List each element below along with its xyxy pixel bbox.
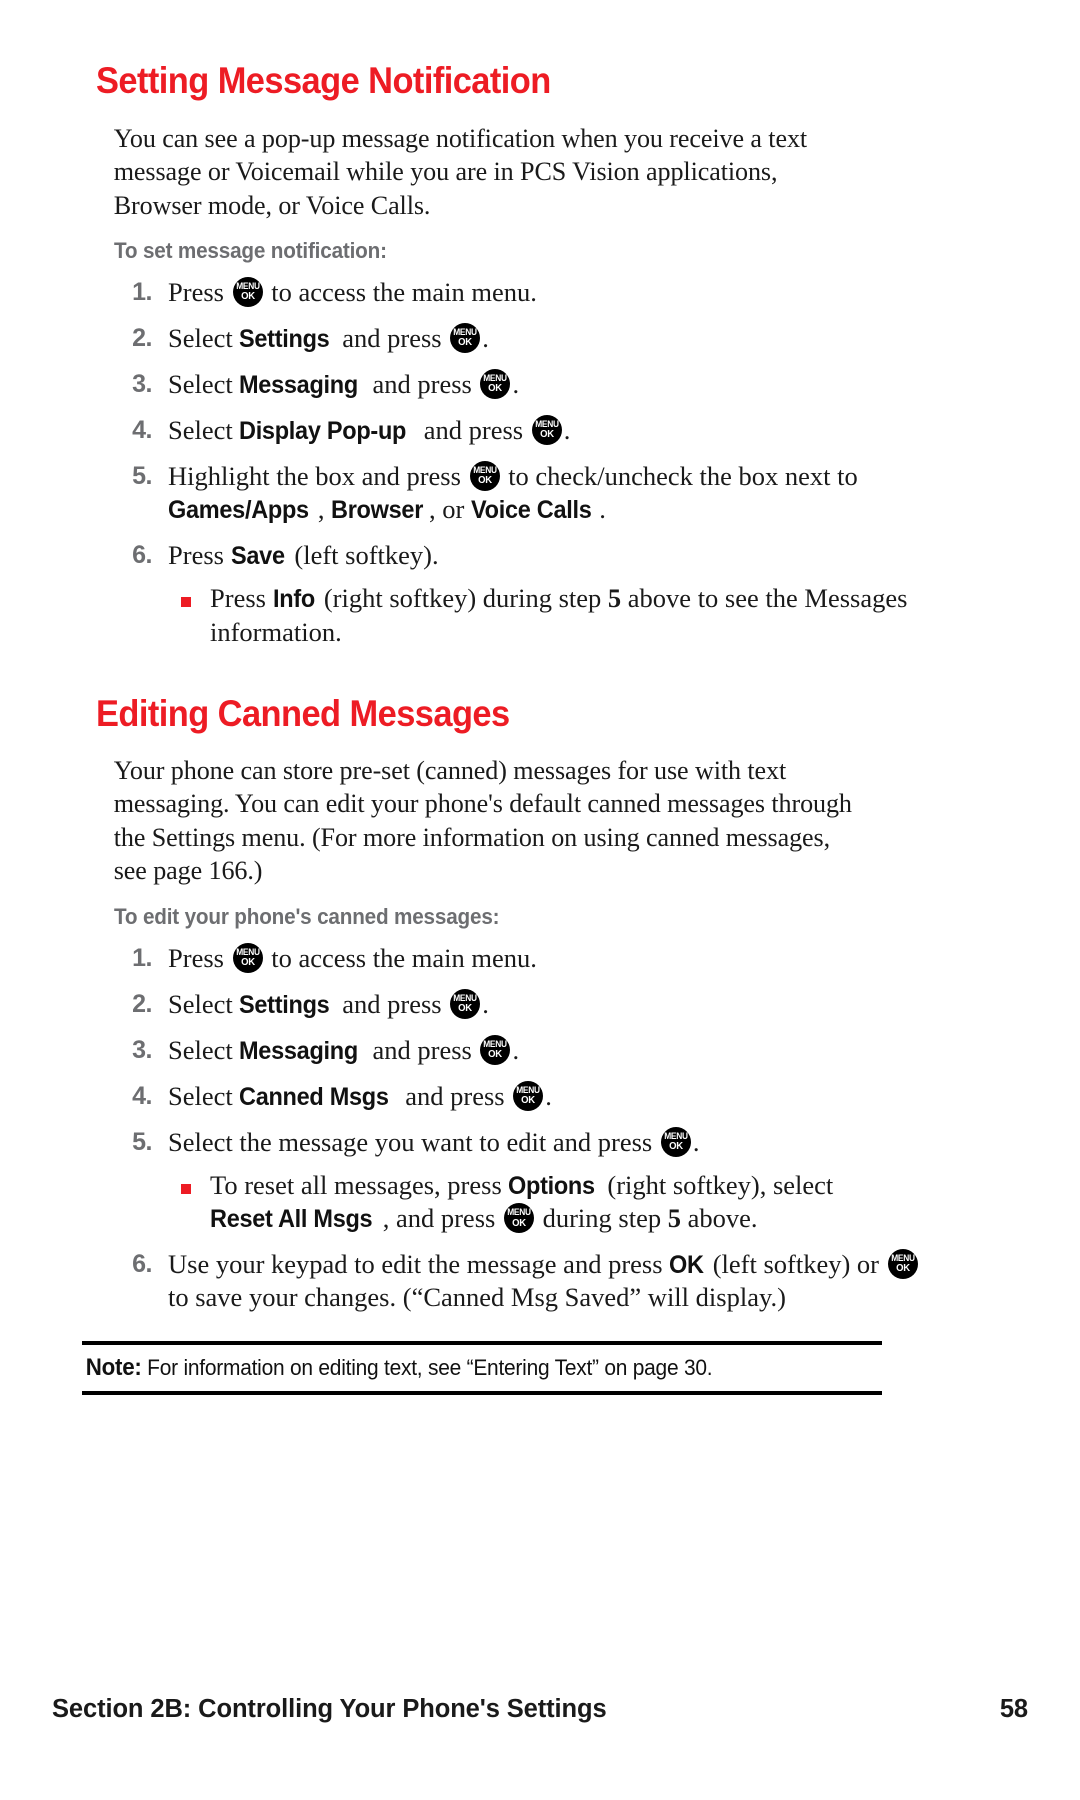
step-text: Select Settings and press MENU OK. [168,988,928,1022]
section1-intro-paragraph: You can see a pop-up message notificatio… [113,122,808,220]
step-number: 2. [132,989,152,1018]
menu-ok-key-icon: MENU OK [513,1080,544,1111]
menu-ok-key-icon: MENU OK [660,1126,691,1157]
step-text: Press MENU OK to access the main menu. [168,276,537,307]
sub-bullet-item: Press Info (right softkey) during step 5… [168,582,910,649]
step-text: Select Settings and press MENU OK. [168,322,928,356]
section2-intro-paragraph: Your phone can store pre-set (canned) me… [113,755,852,886]
list-item: 1. Press MENU OK to access the main menu. [96,276,984,310]
menu-ok-key-icon: MENU OK [469,460,500,491]
ui-term: Settings [239,990,330,1019]
emphasis-text: 5 [667,1203,681,1234]
step-number: 4. [132,415,152,444]
menu-ok-key-icon: MENU OK [232,276,263,307]
menu-ok-key-icon: MENU OK [450,988,481,1019]
list-item: 4. Select Canned Msgs and press MENU OK. [96,1080,984,1114]
ui-term: OK [669,1250,704,1279]
menu-ok-key-icon: MENU OK [503,1203,534,1234]
ui-term: Save [230,541,285,570]
menu-ok-key-icon: MENU OK [887,1248,918,1279]
page-title: Setting Message Notification [96,60,551,101]
ui-term: Reset All Msgs [210,1205,373,1234]
sub-bullet-list: Press Info (right softkey) during step 5… [168,582,984,649]
step-text: Press MENU OK to access the main menu. [168,942,537,973]
list-item: 1. Press MENU OK to access the main menu. [96,942,984,976]
step-number: 4. [132,1081,152,1110]
emphasis-text: 5 [607,583,622,614]
sub-bullet-item: To reset all messages, press Options (ri… [168,1169,910,1236]
ui-term: Games/Apps [168,496,309,525]
list-item: 3. Select Messaging and press MENU OK. [96,368,984,402]
step-number: 6. [132,540,152,569]
section1-step-list: 1. Press MENU OK to access the main menu. 2… [96,276,984,649]
sub-bullet-text: Press Info (right softkey) during step 5… [210,583,908,647]
ui-term: Messaging [239,370,359,399]
note-text: For information on editing text, see “En… [147,1354,713,1380]
step-number: 3. [132,369,152,398]
step-text: Highlight the box and press MENU OK to ch… [168,460,928,527]
ui-term: Messaging [239,1036,359,1065]
menu-ok-key-icon: MENU OK [480,1034,511,1065]
step-text: Select Canned Msgs and press MENU OK. [168,1080,928,1114]
ui-term: Canned Msgs [239,1082,390,1111]
step-number: 5. [132,461,152,490]
ui-term: Info [272,585,315,614]
section2-title: Editing Canned Messages [96,693,510,735]
list-item: 3. Select Messaging and press MENU OK. [96,1034,984,1068]
step-number: 6. [132,1249,152,1278]
page-footer: Section 2B: Controlling Your Phone's Set… [52,1695,1028,1724]
step-text: Use your keypad to edit the message and … [168,1248,928,1315]
list-item: 6. Press Save (left softkey). Press Info (… [96,539,984,649]
step-number: 1. [132,943,152,972]
list-item: 2. Select Settings and press MENU OK. [96,322,984,356]
note-bottom-rule [82,1390,882,1395]
list-item: 2. Select Settings and press MENU OK. [96,988,984,1022]
ui-term: Browser [331,496,424,525]
section2-subhead: To edit your phone's canned messages: [114,903,500,929]
list-item: 5. Select the message you want to edit an… [96,1126,984,1236]
note-label: Note: [85,1353,142,1381]
note-body: Note: For information on editing text, s… [82,1345,826,1391]
menu-ok-key-icon: MENU OK [450,322,481,353]
list-item: 5. Highlight the box and press MENU OK to … [96,460,984,527]
footer-section-title: Section 2B: Controlling Your Phone's Set… [52,1695,607,1723]
ui-term: Settings [239,324,330,353]
ui-term: Options [508,1171,596,1200]
menu-ok-key-icon: MENU OK [480,368,511,399]
section2-step-list: 1. Press MENU OK to access the main menu. 2… [96,942,984,1315]
ui-term: Display Pop-up [239,416,407,445]
step-number: 3. [132,1035,152,1064]
manual-page: Setting Message Notification You can see… [0,0,1080,1800]
ui-term: Voice Calls [470,496,592,525]
note-block: Note: For information on editing text, s… [82,1340,882,1395]
sub-bullet-text: To reset all messages, press Options (ri… [210,1170,833,1234]
list-item: 6. Use your keypad to edit the message an… [96,1248,984,1315]
step-text: Press Save (left softkey). [168,539,928,573]
step-text: Select Messaging and press MENU OK. [168,368,928,402]
list-item: 4. Select Display Pop-up and press MENU OK… [96,414,984,448]
step-text: Select Display Pop-up and press MENU OK. [168,414,928,448]
step-text: Select Messaging and press MENU OK. [168,1034,928,1068]
menu-ok-key-icon: MENU OK [531,414,562,445]
menu-ok-key-icon: MENU OK [232,942,263,973]
square-bullet-icon [181,597,191,608]
step-number: 1. [132,277,152,306]
step-number: 5. [132,1127,152,1156]
square-bullet-icon [181,1183,191,1194]
step-number: 2. [132,323,152,352]
footer-page-number: 58 [999,1695,1028,1723]
sub-bullet-list: To reset all messages, press Options (ri… [168,1169,984,1236]
step-text: Select the message you want to edit and … [168,1126,700,1157]
section1-subhead: To set message notification: [114,237,387,263]
